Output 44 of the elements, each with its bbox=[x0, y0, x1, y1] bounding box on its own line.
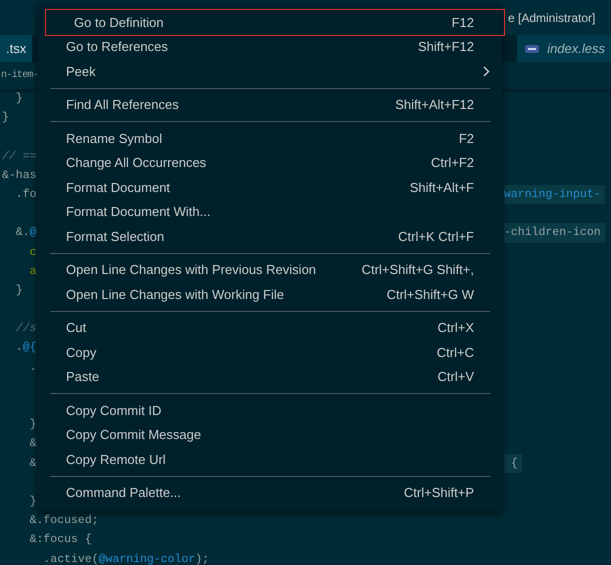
menu-item[interactable]: Copy Remote Url bbox=[38, 447, 502, 472]
menu-item[interactable]: Find All References Shift+Alt+F12 bbox=[38, 92, 502, 117]
code-text: &:focus { bbox=[28, 533, 92, 546]
code-text: &-has bbox=[2, 168, 37, 182]
breadcrumb-item[interactable]: n-item- bbox=[0, 68, 38, 83]
code-text: } bbox=[2, 111, 9, 124]
menu-item[interactable]: Command Palette... Ctrl+Shift+P bbox=[38, 480, 502, 505]
code-text: { bbox=[510, 456, 518, 470]
menu-item[interactable]: Format Document Shift+Alt+F bbox=[38, 175, 502, 200]
menu-item[interactable]: Peek bbox=[38, 59, 502, 84]
code-text: -children-icon bbox=[504, 226, 601, 240]
code-text: } bbox=[14, 92, 23, 105]
menu-item[interactable]: Copy Commit Message bbox=[38, 422, 502, 447]
code-text: .@{ bbox=[14, 341, 37, 354]
menu-item[interactable]: Go to References Shift+F12 bbox=[38, 34, 502, 59]
menu-item[interactable]: Cut Ctrl+X bbox=[38, 316, 502, 340]
menu-item[interactable]: Rename Symbol F2 bbox=[38, 126, 502, 150]
menu-item[interactable]: Copy Ctrl+C bbox=[38, 340, 502, 364]
menu-item[interactable]: Paste Ctrl+V bbox=[38, 364, 502, 389]
code-text: &.@ bbox=[14, 226, 37, 240]
code-text: // == bbox=[2, 150, 37, 163]
editor-tab[interactable]: index.less bbox=[517, 35, 611, 62]
code-text: } bbox=[28, 494, 37, 508]
menu-item[interactable]: Change All Occurrences Ctrl+F2 bbox=[38, 150, 502, 175]
code-text: warning-input- bbox=[504, 188, 601, 201]
code-text: .active(@warning-color); bbox=[42, 552, 210, 565]
code-text: . bbox=[28, 360, 37, 374]
menu-item[interactable]: Copy Commit ID bbox=[38, 398, 502, 422]
editor-tab[interactable]: .tsx bbox=[0, 35, 32, 62]
menu-item[interactable]: Format Document With... bbox=[38, 200, 502, 224]
code-text: &.focused; bbox=[28, 514, 99, 528]
code-text: & bbox=[28, 437, 37, 450]
code-text: } bbox=[14, 284, 23, 297]
code-text: } bbox=[28, 418, 37, 432]
menu-item[interactable]: Open Line Changes with Working File Ctrl+Shift+G W bbox=[38, 282, 502, 306]
window-title: e [Administrator] bbox=[508, 10, 596, 26]
menu-item[interactable]: Open Line Changes with Previous Revision Ctrl+Shift+G Shift+, bbox=[38, 258, 502, 282]
code-text: a bbox=[28, 264, 37, 278]
code-text: & bbox=[28, 456, 37, 470]
code-text: c bbox=[28, 246, 37, 258]
menu-item[interactable]: Format Selection Ctrl+K Ctrl+F bbox=[38, 224, 502, 248]
code-text: .fo bbox=[14, 188, 37, 201]
code-text: //s bbox=[14, 322, 37, 336]
menu-item[interactable]: Go to Definition F12 bbox=[46, 10, 504, 34]
